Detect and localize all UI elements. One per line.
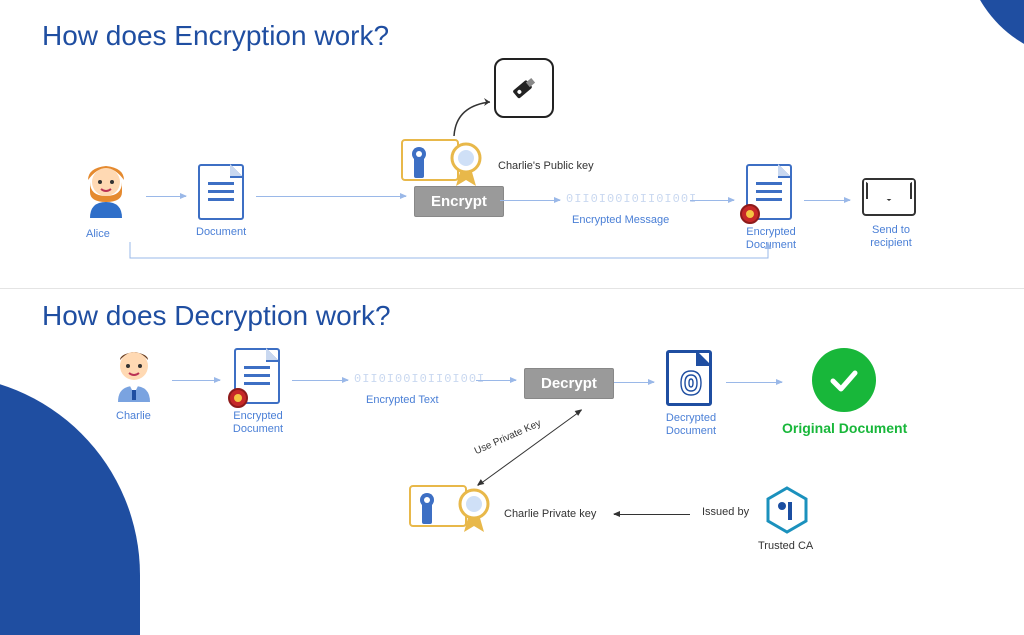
encrypted-binary: 0II0I00I0II0I00I bbox=[566, 192, 697, 206]
alice-label: Alice bbox=[86, 228, 110, 241]
arrow-to-envelope bbox=[804, 200, 850, 201]
document-label: Document bbox=[196, 226, 246, 239]
send-to-recipient-label: Send to recipient bbox=[858, 224, 924, 250]
arrow-encdoc-to-binary bbox=[292, 380, 348, 381]
arrow-issued-by bbox=[614, 514, 690, 515]
wax-seal-icon bbox=[740, 204, 760, 224]
arrow-alice-sends bbox=[128, 240, 778, 279]
encryption-title: How does Encryption work? bbox=[42, 20, 389, 52]
corner-decor-top-right bbox=[964, 0, 1024, 60]
charlie-avatar-icon bbox=[106, 346, 162, 402]
curved-arrow-to-usb bbox=[450, 96, 500, 145]
arrow-decrypt-to-decdoc bbox=[614, 382, 654, 383]
envelope-icon bbox=[862, 178, 916, 216]
private-key-badge-icon bbox=[408, 480, 504, 540]
dec-encrypted-document-icon bbox=[234, 348, 280, 404]
document-icon bbox=[198, 164, 244, 220]
arrow-binary-to-decrypt bbox=[476, 380, 516, 381]
section-divider bbox=[0, 288, 1024, 289]
arrow-alice-to-doc bbox=[146, 196, 186, 197]
decrypted-document-icon bbox=[666, 350, 712, 406]
arrow-binary-to-encdoc bbox=[690, 200, 734, 201]
arrow-to-original bbox=[726, 382, 782, 383]
original-document-label: Original Document bbox=[782, 420, 907, 436]
trusted-ca-icon bbox=[766, 486, 808, 534]
use-private-key-label: Use Private Key bbox=[473, 418, 543, 457]
decryption-title: How does Decryption work? bbox=[42, 300, 391, 332]
encrypted-document-icon bbox=[746, 164, 792, 220]
alice-avatar-icon bbox=[78, 162, 134, 218]
trusted-ca-label: Trusted CA bbox=[758, 540, 813, 552]
dec-encrypted-document-label: Encrypted Document bbox=[222, 410, 294, 436]
charlie-label: Charlie bbox=[116, 410, 151, 423]
wax-seal-icon-2 bbox=[228, 388, 248, 408]
arrow-encrypt-to-binary bbox=[500, 200, 560, 201]
decrypted-document-label: Decrypted Document bbox=[652, 412, 730, 438]
arrow-doc-to-encrypt bbox=[256, 196, 406, 197]
usb-storage-icon bbox=[494, 58, 554, 118]
arrow-charlie-to-encdoc bbox=[172, 380, 220, 381]
charlie-public-key-label: Charlie's Public key bbox=[498, 160, 594, 172]
encrypted-message-label: Encrypted Message bbox=[572, 214, 669, 227]
decrypt-action-box: Decrypt bbox=[524, 368, 614, 399]
issued-by-label: Issued by bbox=[702, 506, 749, 518]
encrypt-action-box: Encrypt bbox=[414, 186, 504, 217]
encrypted-text-binary: 0II0I00I0II0I00I bbox=[354, 372, 485, 386]
check-success-icon bbox=[812, 348, 876, 412]
charlie-private-key-label: Charlie Private key bbox=[504, 508, 596, 520]
encrypted-text-label: Encrypted Text bbox=[366, 394, 439, 407]
